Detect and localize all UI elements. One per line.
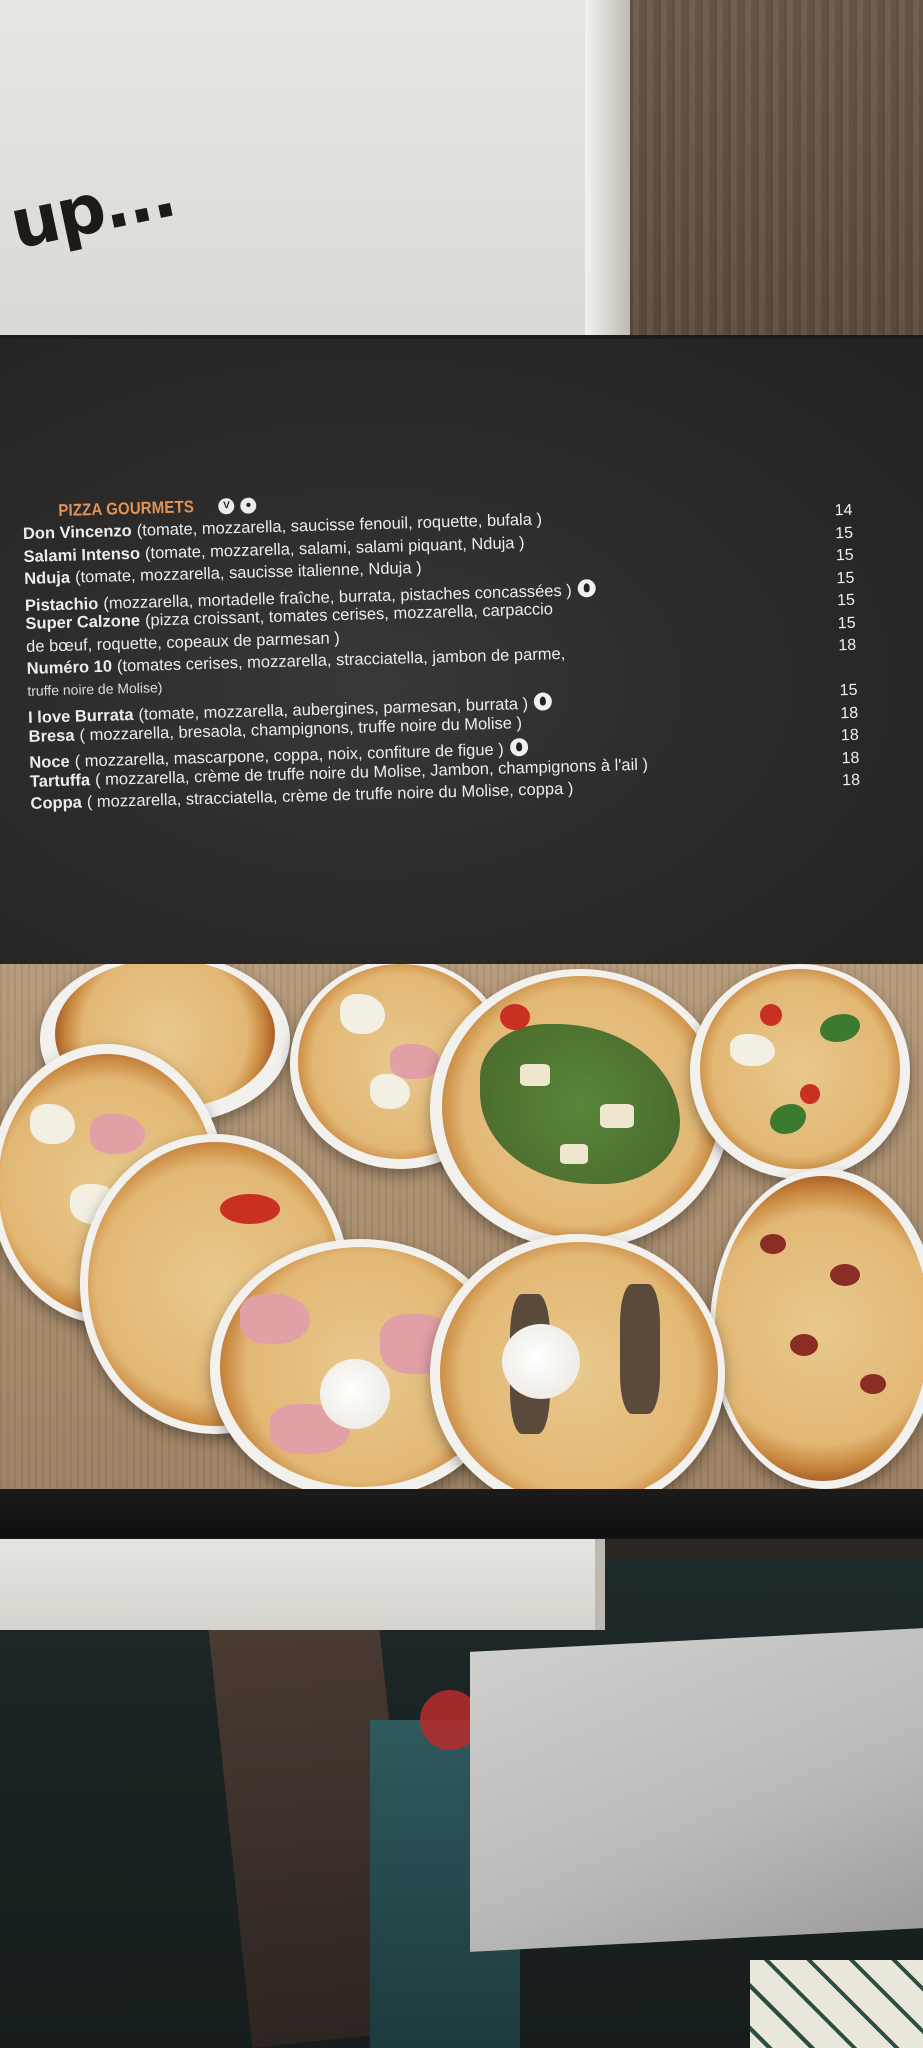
menu-section-pizza-gourmets: PIZZA GOURMETS V ● Don Vincenzo (tomate, … [22, 475, 891, 817]
topping [220, 1194, 280, 1224]
menu-item-name: Super Calzone [25, 611, 141, 633]
menu-item-price: 15 [836, 591, 856, 610]
spicy-icon: ● [240, 497, 257, 514]
topping [760, 1004, 782, 1026]
white-cloth [470, 1628, 923, 1952]
menu-item-price: 18 [841, 771, 861, 790]
topping [320, 1359, 390, 1429]
topping [560, 1144, 588, 1164]
pizza-margherita [700, 969, 900, 1169]
topping [860, 1374, 886, 1394]
menu-item-price: 15 [839, 681, 858, 700]
topping [500, 1004, 530, 1030]
menu-item-name: Salami Intenso [23, 544, 141, 566]
section-title: PIZZA GOURMETS [58, 497, 195, 520]
menu-item-price: 15 [835, 546, 854, 565]
topping [790, 1334, 818, 1356]
menu-item-price: 18 [840, 726, 859, 745]
leaf-icon [533, 692, 553, 711]
pizza-photo [0, 964, 923, 1489]
topping [600, 1104, 634, 1128]
topping [800, 1084, 820, 1104]
topping [502, 1324, 580, 1399]
menu-item-list: Don Vincenzo (tomate, mozzarella, sauciss… [23, 501, 891, 817]
menu-bottom-edge [0, 1489, 923, 1537]
topping [390, 1044, 440, 1079]
topping [520, 1064, 550, 1086]
menu-page: PIZZA GOURMETS V ● Don Vincenzo (tomate, … [0, 335, 923, 1539]
menu-item-price: 18 [838, 636, 857, 655]
menu-item-price: 15 [837, 614, 856, 632]
topping [830, 1264, 860, 1286]
menu-item-price: 18 [840, 704, 859, 722]
menu-item-price: 18 [841, 749, 860, 767]
pizza-salami [715, 1176, 923, 1481]
topping [90, 1114, 145, 1154]
topping [730, 1034, 775, 1066]
menu-item-price: 14 [834, 501, 853, 520]
menu-item-name: Numéro 10 [26, 657, 113, 678]
menu-text-panel: PIZZA GOURMETS V ● Don Vincenzo (tomate, … [0, 339, 923, 964]
topping [340, 994, 385, 1034]
menu-item-description: truffe noire de Molise) [27, 678, 163, 699]
photo-scene: up... F PIZZA GOURMETS V ● Don Vincenzo(… [0, 0, 923, 2048]
vegetarian-icon: V [218, 498, 235, 515]
topping [370, 1074, 410, 1109]
topping [240, 1294, 310, 1344]
menu-item-name: Tartuffa [29, 770, 91, 791]
menu-item-price: 15 [835, 524, 854, 542]
menu-item-name: Don Vincenzo [22, 521, 132, 543]
drop-icon [577, 578, 596, 598]
printed-fabric [750, 1960, 923, 2048]
topping [620, 1284, 660, 1414]
menu-item-price: 15 [836, 569, 855, 587]
menu-item-name: Bresa [28, 726, 75, 746]
topping [30, 1104, 75, 1144]
pizza-box-edge [585, 0, 630, 360]
drop-icon [509, 737, 528, 757]
menu-item-name: Coppa [30, 793, 83, 813]
topping [760, 1234, 786, 1254]
menu-item-name: Nduja [23, 568, 71, 588]
menu-item-name: Noce [29, 752, 70, 772]
